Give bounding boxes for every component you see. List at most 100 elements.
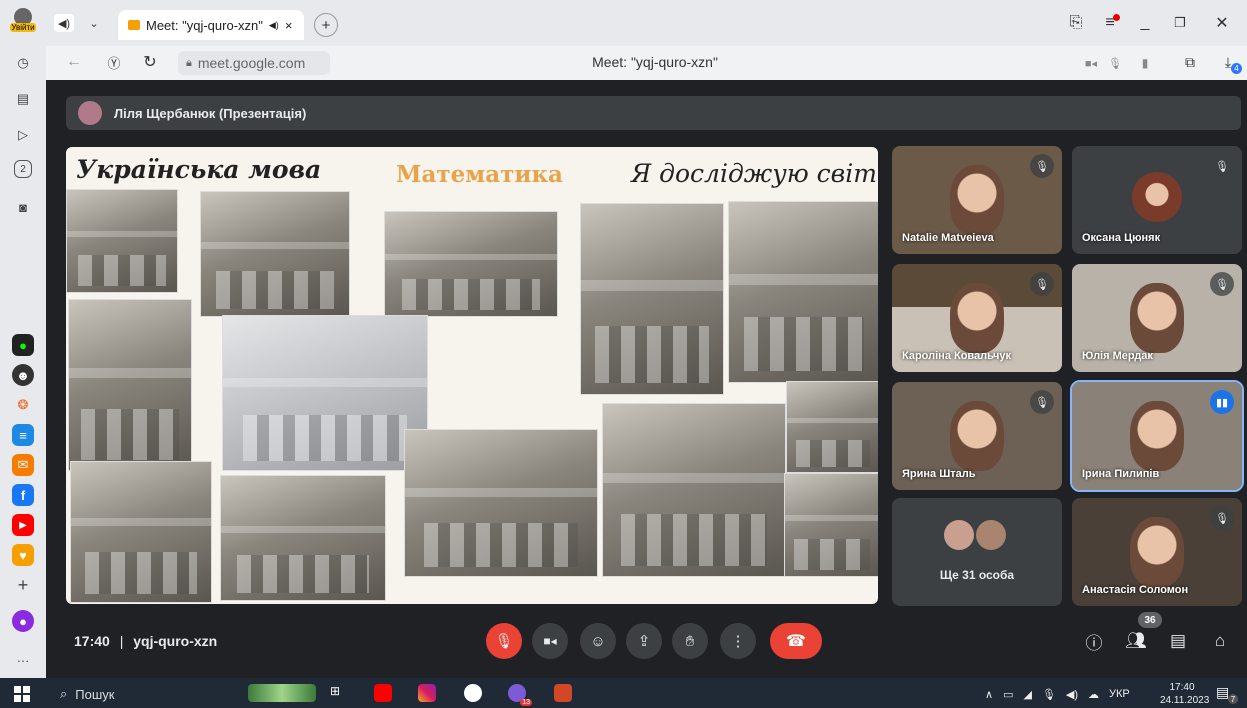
taskbar-widget-icon[interactable] bbox=[248, 684, 316, 702]
sidebar-app-docs-icon[interactable]: ≡ bbox=[12, 424, 34, 446]
meeting-info: 17:40 | yqj-quro-xzn bbox=[74, 633, 217, 649]
windows-start-icon[interactable] bbox=[14, 686, 30, 702]
taskbar-yandex-browser-icon[interactable] bbox=[464, 684, 482, 702]
collections-icon[interactable]: ⎘ bbox=[1066, 13, 1086, 33]
participant-tile[interactable]: 🎙︎ Оксана Цюняк bbox=[1072, 146, 1242, 254]
participant-video bbox=[950, 165, 1004, 236]
classroom-photo bbox=[384, 211, 558, 317]
sidebar-app-market-icon[interactable]: ♥ bbox=[12, 544, 34, 566]
taskbar-viber-icon[interactable]: 13 bbox=[508, 684, 532, 706]
battery-icon: ▭ bbox=[1003, 688, 1014, 701]
close-window-button[interactable]: ✕ bbox=[1212, 13, 1232, 33]
more-vert-icon: ⋮ bbox=[730, 633, 746, 650]
camera-status-icon[interactable]: ■◂ bbox=[1082, 54, 1100, 72]
slide-heading-explore: Я досліджую світ bbox=[631, 159, 877, 188]
mic-off-icon: 🎙︎ bbox=[1210, 154, 1234, 178]
classroom-photo bbox=[786, 381, 878, 473]
mic-off-icon: 🎙︎ bbox=[1210, 272, 1234, 296]
tab-meet[interactable]: Meet: "yqj-quro-xzn" ◀) × bbox=[118, 10, 304, 40]
sidebar-app-avatar-icon[interactable]: ☻ bbox=[12, 364, 34, 386]
tab-title: Meet: "yqj-quro-xzn" bbox=[146, 17, 263, 33]
notifications-icon[interactable]: ▤ 7 bbox=[1216, 684, 1238, 704]
notes-icon[interactable]: ▤ bbox=[12, 88, 34, 110]
audio-icon[interactable]: ◀) bbox=[54, 14, 74, 32]
camera-toggle-button[interactable]: ■◂ bbox=[532, 623, 568, 659]
classroom-photo bbox=[66, 189, 178, 293]
presentation-slide[interactable]: Українська мова Математика Я досліджую с… bbox=[66, 147, 878, 604]
participant-video bbox=[950, 283, 1004, 354]
tabs-dropdown-icon[interactable]: ⌄ bbox=[84, 14, 104, 32]
chat-button[interactable]: ▤ bbox=[1164, 627, 1192, 655]
screenshot-icon[interactable]: ◙ bbox=[12, 196, 34, 218]
taskbar-search[interactable]: ⌕ Пошук bbox=[52, 682, 242, 706]
sidebar-app-camera-icon[interactable]: ● bbox=[12, 334, 34, 356]
participant-avatar bbox=[1132, 172, 1182, 222]
reactions-button[interactable]: ☺ bbox=[580, 623, 616, 659]
others-avatar bbox=[944, 520, 974, 550]
speaking-indicator-icon: ▮▮ bbox=[1210, 390, 1234, 414]
participant-tile[interactable]: 🎙︎ Ярина Шталь bbox=[892, 382, 1062, 490]
taskbar-clock[interactable]: 17:40 24.11.2023 bbox=[1160, 681, 1209, 707]
system-tray[interactable]: ∧ ▭ ◢ 🎙︎ ◀) ☁ УКР bbox=[985, 684, 1130, 704]
participant-video bbox=[1130, 401, 1184, 472]
restore-button[interactable]: ❐ bbox=[1170, 13, 1190, 33]
people-button[interactable]: 👥︎ bbox=[1122, 627, 1150, 655]
yandex-icon[interactable]: Ⓨ bbox=[104, 52, 124, 72]
sidebar-app-orange-icon[interactable]: ❂ bbox=[12, 394, 34, 416]
mic-off-icon: 🎙︎ bbox=[494, 633, 514, 650]
presenter-avatar bbox=[78, 101, 102, 125]
alice-assistant-icon[interactable]: ● bbox=[12, 610, 34, 632]
history-icon[interactable]: ◷ bbox=[12, 52, 34, 74]
minimize-button[interactable]: _ bbox=[1135, 13, 1155, 33]
activities-button[interactable]: ⌂ bbox=[1206, 627, 1234, 655]
participant-video bbox=[1130, 283, 1184, 354]
more-options-button[interactable]: ⋮ bbox=[720, 623, 756, 659]
participant-tile[interactable]: ▮▮ Ірина Пилипів bbox=[1070, 380, 1244, 492]
presenter-label: Ліля Щербанюк (Презентація) bbox=[114, 105, 307, 121]
mic-status-icon[interactable]: 🎙︎ bbox=[1106, 54, 1124, 72]
participant-tile[interactable]: 🎙︎ Анастасія Соломон bbox=[1072, 498, 1242, 606]
participant-tile[interactable]: 🎙︎ Кароліна Ковальчук bbox=[892, 264, 1062, 372]
taskbar-powerpoint-icon[interactable] bbox=[554, 684, 572, 702]
meeting-separator: | bbox=[119, 633, 124, 649]
sidebar-add-icon[interactable]: + bbox=[12, 574, 34, 596]
volume-icon: ◀) bbox=[1065, 688, 1079, 701]
present-screen-icon: ⇪ bbox=[637, 633, 651, 650]
meeting-details-button[interactable]: ⓘ bbox=[1080, 627, 1108, 655]
sidebar-app-youtube-icon[interactable]: ▶ bbox=[12, 514, 34, 536]
taskbar-instagram-icon[interactable] bbox=[418, 684, 436, 702]
more-icon[interactable]: … bbox=[12, 646, 34, 668]
back-icon[interactable]: ← bbox=[64, 52, 84, 72]
mic-tray-icon: 🎙︎ bbox=[1041, 688, 1056, 701]
counter-icon[interactable]: 2 bbox=[14, 160, 32, 178]
participant-tile[interactable]: 🎙︎ Юлія Мердак bbox=[1072, 264, 1242, 372]
emoji-icon: ☺ bbox=[590, 632, 606, 650]
notification-count: 7 bbox=[1228, 694, 1238, 704]
chevron-up-icon: ∧ bbox=[985, 688, 994, 701]
tab-close-icon[interactable]: × bbox=[285, 18, 293, 33]
sidebar-app-facebook-icon[interactable]: f bbox=[12, 484, 34, 506]
share-icon[interactable]: ⧉ bbox=[1180, 52, 1200, 72]
url-field[interactable]: 🔒︎ meet.google.com bbox=[178, 51, 330, 75]
task-view-icon[interactable]: ⊞ bbox=[330, 684, 348, 702]
profile-avatar[interactable]: Увійти bbox=[10, 8, 36, 38]
reload-icon[interactable]: ↻ bbox=[140, 52, 160, 72]
wifi-icon: ◢ bbox=[1023, 688, 1032, 701]
page-title: Meet: "yqj-quro-xzn" bbox=[592, 54, 718, 70]
participant-name: Юлія Мердак bbox=[1082, 350, 1153, 362]
taskbar-youtube-icon[interactable] bbox=[374, 684, 392, 702]
mic-toggle-button[interactable]: 🎙︎ bbox=[486, 623, 522, 659]
play-icon[interactable]: ▷ bbox=[12, 124, 34, 146]
bookmark-icon[interactable]: ▮ bbox=[1136, 54, 1154, 72]
classroom-photo bbox=[70, 461, 212, 603]
lock-icon: 🔒︎ bbox=[186, 56, 192, 69]
others-tile[interactable]: Ще 31 особа bbox=[892, 498, 1062, 606]
new-tab-button[interactable]: + bbox=[314, 13, 338, 37]
leave-call-button[interactable]: ☎ bbox=[770, 623, 822, 659]
raise-hand-button[interactable]: ✋︎ bbox=[672, 623, 708, 659]
participant-tile[interactable]: 🎙︎ Natalie Matveieva bbox=[892, 146, 1062, 254]
present-button[interactable]: ⇪ bbox=[626, 623, 662, 659]
sidebar-app-mail-icon[interactable]: ✉ bbox=[12, 454, 34, 476]
downloads-icon[interactable]: ⤓ 4 bbox=[1218, 52, 1242, 74]
menu-icon[interactable]: ≡ bbox=[1100, 13, 1120, 33]
